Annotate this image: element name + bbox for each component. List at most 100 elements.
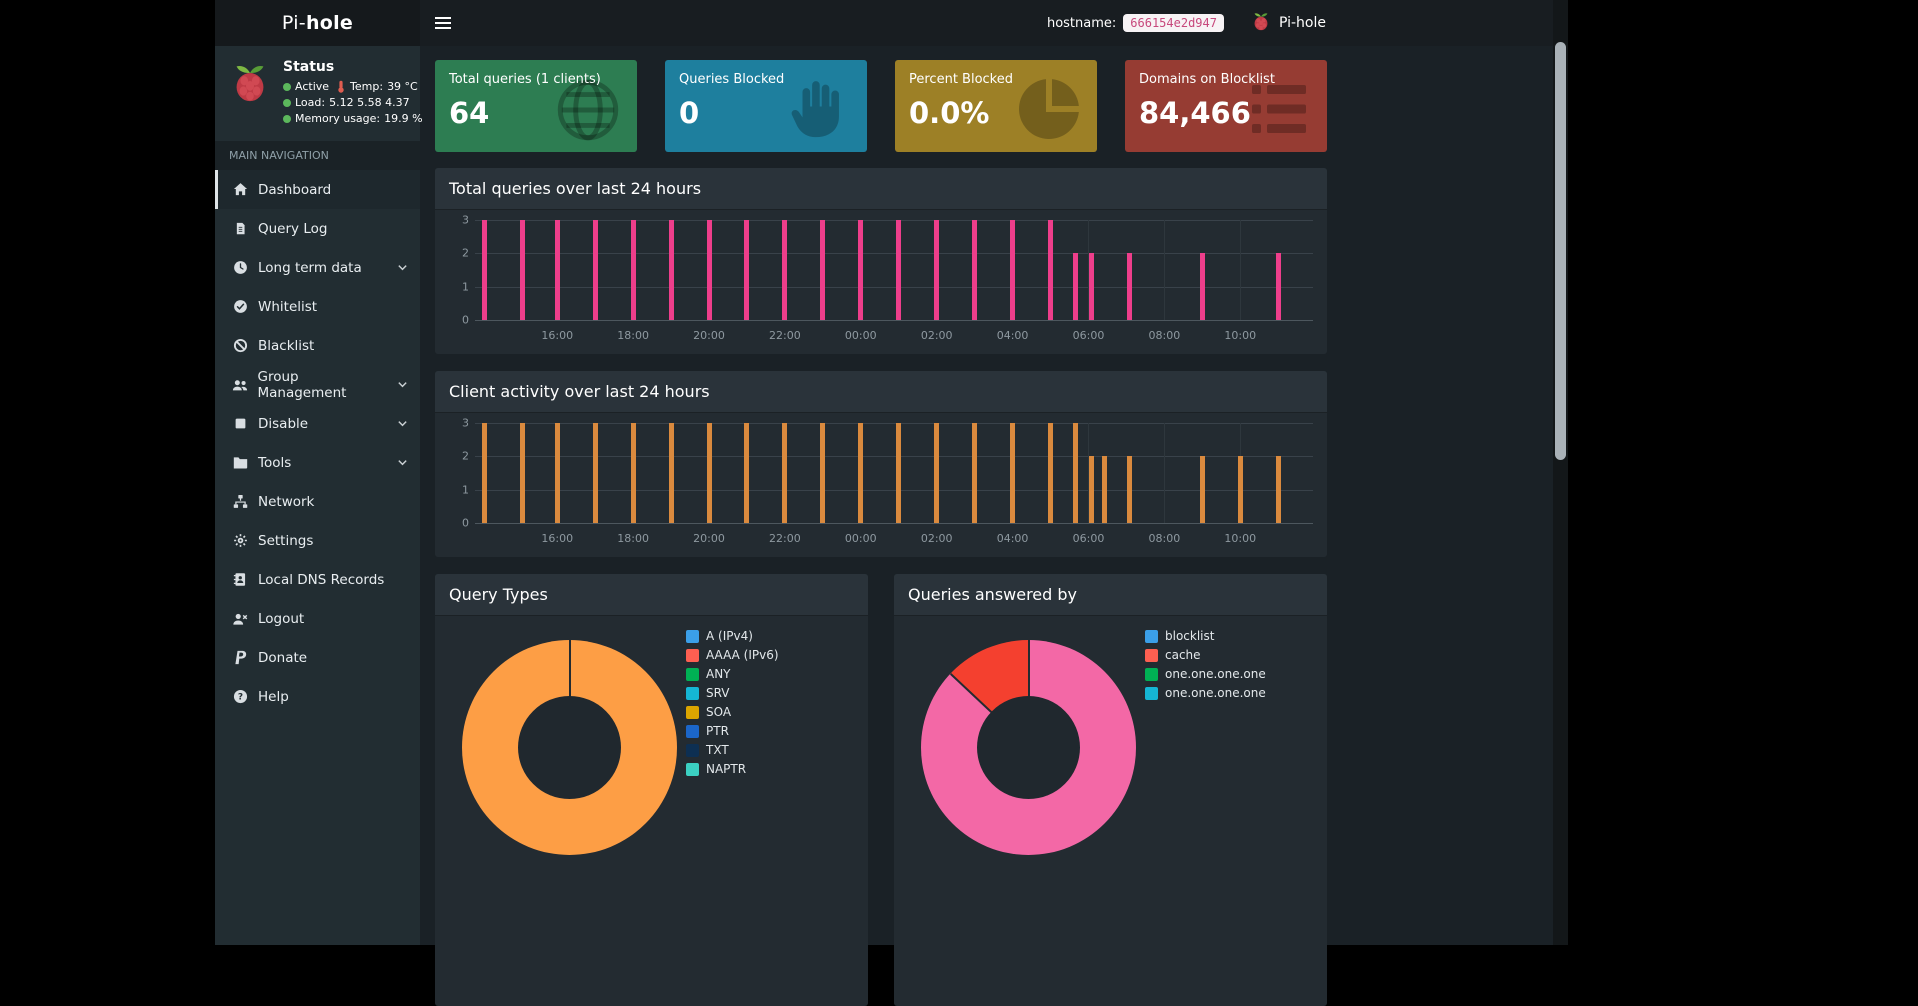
sidebar-item-logout[interactable]: Logout [215, 599, 420, 638]
legend-item[interactable]: one.one.one.one [1145, 686, 1266, 700]
legend-label: one.one.one.one [1165, 667, 1266, 681]
slice-border [1027, 640, 1030, 748]
chart-bar[interactable] [972, 220, 978, 320]
sidebar-item-group-management[interactable]: Group Management [215, 365, 420, 404]
chart-bar[interactable] [934, 220, 940, 320]
chart-bar[interactable] [1101, 456, 1107, 523]
sidebar-item-disable[interactable]: Disable [215, 404, 420, 443]
chart-bar[interactable] [668, 423, 674, 523]
sidebar-item-whitelist[interactable]: Whitelist [215, 287, 420, 326]
sidebar-item-query-log[interactable]: Query Log [215, 209, 420, 248]
chart-bar[interactable] [630, 423, 636, 523]
slice-border [568, 640, 571, 748]
chart-bar[interactable] [592, 220, 598, 320]
chart-bar[interactable] [820, 423, 826, 523]
legend-item[interactable]: NAPTR [686, 762, 779, 776]
chart-bar[interactable] [1048, 423, 1054, 523]
chart-bar[interactable] [1275, 456, 1281, 523]
client-activity-bar-chart[interactable]: 0 1 2 3 16:00 18:00 20:00 22:00 00:00 02:00 04:00 0… [462, 417, 1313, 545]
chart-bar[interactable] [481, 423, 487, 523]
sidebar-item-help[interactable]: ? Help [215, 677, 420, 716]
legend-label: NAPTR [706, 762, 747, 776]
sidebar-item-label: Group Management [257, 368, 347, 401]
gridline [475, 320, 1313, 321]
total-queries-bar-chart[interactable]: 0 1 2 3 16:00 18:00 20:00 22:00 00:00 02:00 04:00 0… [462, 214, 1313, 342]
chart-bar[interactable] [1127, 253, 1133, 320]
navbar-right: hostname: 666154e2d947 Pi-hole [1047, 10, 1326, 36]
answered-by-donut-chart[interactable] [921, 640, 1136, 855]
gridline [475, 456, 1313, 458]
legend-swatch [686, 762, 699, 776]
chart-bar[interactable] [668, 220, 674, 320]
chart-bar[interactable] [554, 423, 560, 523]
sidebar-item-label: Logout [258, 610, 305, 627]
chart-bar[interactable] [1089, 253, 1095, 320]
sidebar-item-donate[interactable]: Donate [215, 638, 420, 677]
sidebar-item-dashboard[interactable]: Dashboard [215, 170, 420, 209]
gridline [1164, 220, 1166, 320]
chart-bar[interactable] [744, 220, 750, 320]
legend-item[interactable]: SRV [686, 686, 779, 700]
gridline [475, 220, 1313, 221]
app-logo[interactable]: Pi-hole [215, 0, 420, 46]
gridline [1240, 220, 1242, 320]
sidebar-item-local-dns-records[interactable]: Local DNS Records [215, 560, 420, 599]
chart-bar[interactable] [554, 220, 560, 320]
paypal-icon [231, 650, 249, 665]
sidebar-item-tools[interactable]: Tools [215, 443, 420, 482]
chart-bar[interactable] [744, 423, 750, 523]
chart-bar[interactable] [896, 220, 902, 320]
chart-bar[interactable] [706, 220, 712, 320]
raspberry-icon [1250, 10, 1272, 36]
legend-item[interactable]: blocklist [1145, 629, 1266, 643]
legend-item[interactable]: SOA [686, 705, 779, 719]
chart-bar[interactable] [706, 423, 712, 523]
chart-bar[interactable] [1010, 220, 1016, 320]
chart-bar[interactable] [896, 423, 902, 523]
chart-bar[interactable] [1199, 253, 1205, 320]
sidebar-item-settings[interactable]: Settings [215, 521, 420, 560]
chart-bar[interactable] [1073, 423, 1079, 523]
legend-item[interactable]: cache [1145, 648, 1266, 662]
box-header: Client activity over last 24 hours [435, 371, 1327, 413]
legend-item[interactable]: AAAA (IPv6) [686, 648, 779, 662]
chart-bar[interactable] [782, 220, 788, 320]
sidebar-menu: Dashboard Query Log Long term data White… [215, 170, 420, 716]
query-types-donut-chart[interactable] [462, 640, 677, 855]
legend-item[interactable]: A (IPv4) [686, 629, 779, 643]
chart-bar[interactable] [972, 423, 978, 523]
chart-bar[interactable] [782, 423, 788, 523]
chart-bar[interactable] [630, 220, 636, 320]
chart-bar[interactable] [858, 220, 864, 320]
sidebar-item-blacklist[interactable]: Blacklist [215, 326, 420, 365]
chart-bar[interactable] [519, 220, 525, 320]
chart-bar[interactable] [858, 423, 864, 523]
chart-bar[interactable] [1089, 456, 1095, 523]
chart-bar[interactable] [481, 220, 487, 320]
chart-bar[interactable] [592, 423, 598, 523]
chart-bar[interactable] [934, 423, 940, 523]
chart-bar[interactable] [1073, 253, 1079, 320]
chart-bar[interactable] [519, 423, 525, 523]
chart-bar[interactable] [1275, 253, 1281, 320]
chart-bar[interactable] [1237, 456, 1243, 523]
legend-item[interactable]: ANY [686, 667, 779, 681]
sidebar-toggle-icon[interactable] [420, 0, 466, 46]
chart-bar[interactable] [1010, 423, 1016, 523]
y-tick-label: 0 [462, 313, 469, 327]
legend-item[interactable]: one.one.one.one [1145, 667, 1266, 681]
sidebar-item-long-term-data[interactable]: Long term data [215, 248, 420, 287]
chart-bar[interactable] [1048, 220, 1054, 320]
legend-item[interactable]: PTR [686, 724, 779, 738]
chart-bar[interactable] [1127, 456, 1133, 523]
legend-label: PTR [706, 724, 729, 738]
chart-bar[interactable] [820, 220, 826, 320]
sidebar-item-network[interactable]: Network [215, 482, 420, 521]
scrollbar-thumb[interactable] [1555, 42, 1566, 460]
scrollbar-track[interactable] [1553, 0, 1568, 945]
stat-card-value: 0 [679, 96, 700, 130]
chart-bar[interactable] [1199, 456, 1205, 523]
legend-item[interactable]: TXT [686, 743, 779, 757]
total-queries-chart-box: Total queries over last 24 hours 0 1 2 3 16:… [435, 168, 1327, 354]
stat-card-value: 0.0% [909, 96, 990, 130]
